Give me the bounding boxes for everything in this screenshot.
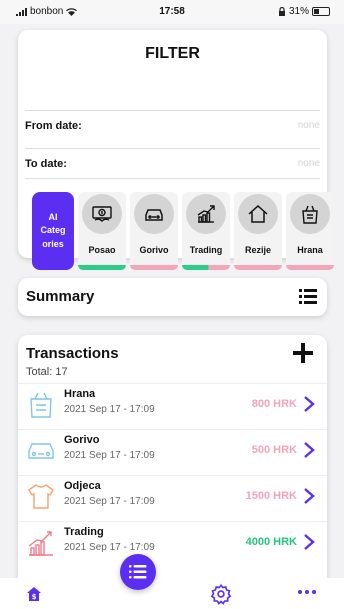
category-posao[interactable]: Posao (78, 192, 126, 270)
all-categories-line-2: Categ (40, 225, 66, 236)
to-date-row[interactable]: To date: none (25, 148, 320, 178)
list-menu-icon (129, 565, 147, 579)
category-trading[interactable]: Trading (182, 192, 230, 270)
transaction-amount: 4000 HRK (245, 536, 297, 548)
category-hrana[interactable]: Hrana (286, 192, 334, 270)
category-bar (182, 265, 230, 270)
from-date-label: From date: (25, 119, 82, 132)
to-date-label: To date: (25, 157, 67, 170)
transaction-amount: 500 HRK (251, 444, 297, 456)
tshirt-icon (28, 484, 54, 509)
transactions-title: Transactions (26, 345, 119, 362)
to-date-value[interactable]: none (298, 158, 320, 169)
transaction-row[interactable]: Trading 2021 Sep 17 - 17:09 4000 HRK (18, 521, 327, 562)
category-label: Trading (189, 245, 223, 255)
transaction-row[interactable]: Odjeca 2021 Sep 17 - 17:09 1500 HRK (18, 475, 327, 516)
transaction-date: 2021 Sep 17 - 17:09 (64, 450, 155, 461)
money-icon (92, 206, 112, 222)
list-menu-button[interactable] (120, 554, 156, 590)
transaction-amount: 1500 HRK (245, 490, 297, 502)
filter-card: FILTER From date: none To date: none Al … (18, 30, 334, 270)
category-bar (286, 265, 334, 270)
category-label: Posao (88, 245, 116, 255)
summary-card[interactable]: Summary (18, 278, 327, 316)
transaction-name: Trading (64, 526, 104, 538)
category-rezije[interactable]: Rezije (234, 192, 282, 270)
transaction-name: Gorivo (64, 434, 100, 446)
battery-percent: 31% (288, 6, 309, 17)
add-transaction-button[interactable] (293, 342, 313, 366)
chevron-right-icon[interactable] (303, 441, 315, 459)
battery-icon (312, 7, 330, 16)
transactions-card: Transactions Total: 17 Hrana 2021 Sep 17… (18, 335, 327, 609)
orientation-lock-icon (278, 7, 285, 16)
transaction-date: 2021 Sep 17 - 17:09 (64, 542, 155, 553)
divider (25, 178, 320, 179)
category-bar (130, 265, 178, 270)
category-bar (234, 265, 282, 270)
category-label: Hrana (297, 245, 323, 255)
transaction-amount: 800 HRK (251, 398, 297, 410)
plus-icon (293, 343, 313, 363)
from-date-row[interactable]: From date: none (25, 110, 320, 140)
chevron-right-icon[interactable] (303, 487, 315, 505)
transaction-row[interactable]: Hrana 2021 Sep 17 - 17:09 800 HRK (18, 383, 327, 424)
chevron-right-icon[interactable] (303, 395, 315, 413)
all-categories-line-3: ories (42, 238, 64, 249)
bottom-tab-bar: $ (0, 578, 344, 609)
category-label: Gorivo (139, 245, 169, 255)
chevron-right-icon[interactable] (303, 533, 315, 551)
category-filter-list: Al Categ ories Posao Gorivo Trading Rezi… (32, 192, 334, 270)
transaction-row[interactable]: Gorivo 2021 Sep 17 - 17:09 500 HRK (18, 429, 327, 470)
transaction-date: 2021 Sep 17 - 17:09 (64, 496, 155, 507)
house-icon (248, 204, 268, 223)
all-categories-line-1: Al (48, 212, 58, 223)
status-bar: bonbon 17:58 31% (0, 0, 344, 24)
list-icon[interactable] (299, 289, 317, 304)
more-dots-icon[interactable] (298, 590, 316, 594)
transaction-name: Hrana (64, 388, 96, 400)
settings-gear-icon[interactable] (210, 583, 232, 605)
category-label: Rezije (244, 245, 271, 255)
category-gorivo[interactable]: Gorivo (130, 192, 178, 270)
transaction-date: 2021 Sep 17 - 17:09 (64, 404, 155, 415)
trading-chart-icon (28, 531, 53, 556)
trading-chart-icon (197, 205, 215, 223)
transaction-name: Odjeca (64, 480, 101, 492)
transactions-total: Total: 17 (26, 366, 68, 378)
car-icon (28, 443, 54, 459)
category-bar (78, 265, 126, 270)
svg-text:$: $ (32, 593, 37, 601)
grocery-bag-icon (302, 205, 318, 224)
from-date-value[interactable]: none (298, 120, 320, 131)
summary-title: Summary (26, 288, 95, 305)
grocery-bag-icon (30, 392, 52, 418)
car-icon (145, 209, 163, 221)
home-dollar-icon[interactable]: $ (26, 586, 42, 602)
all-categories-button[interactable]: Al Categ ories (32, 192, 74, 270)
battery-info: 31% (278, 6, 330, 17)
filter-title: FILTER (145, 45, 200, 62)
